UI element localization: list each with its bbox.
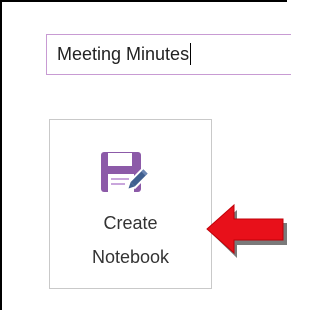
notebook-name-input[interactable]: Meeting Minutes — [46, 34, 291, 75]
create-notebook-button[interactable]: Create Notebook — [49, 119, 212, 289]
text-cursor — [190, 42, 192, 65]
notebook-name-value: Meeting Minutes — [57, 44, 190, 64]
create-notebook-label-line1: Create — [103, 213, 158, 233]
notebook-save-pencil-icon — [101, 152, 151, 192]
create-notebook-label-line2: Notebook — [91, 247, 170, 267]
red-arrow-icon — [206, 203, 287, 258]
